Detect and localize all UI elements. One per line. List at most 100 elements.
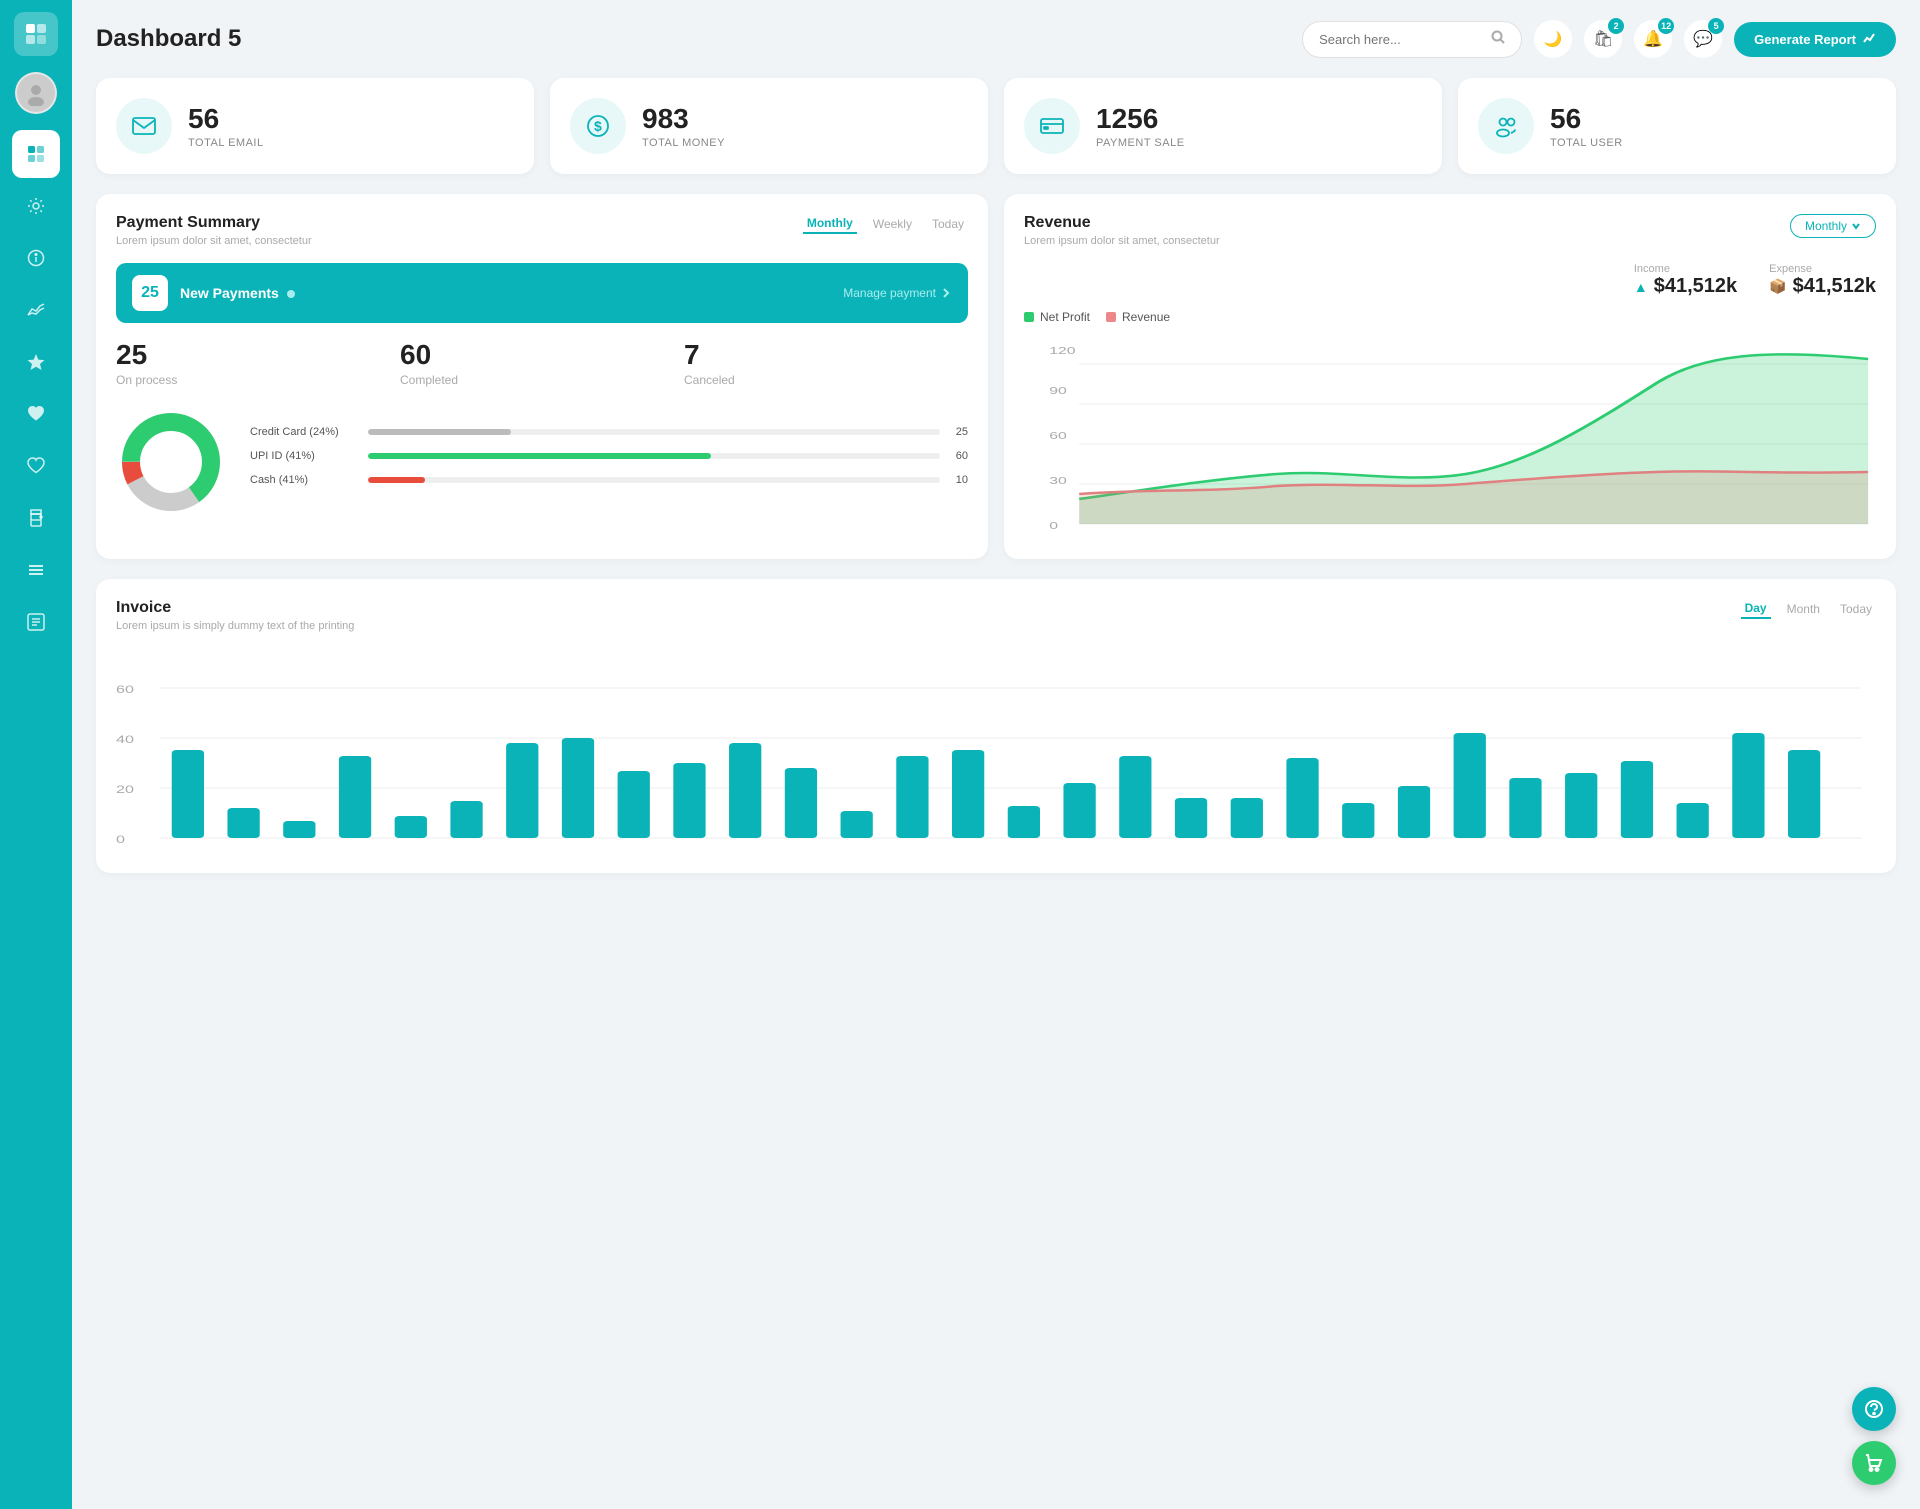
payment-subtitle: Lorem ipsum dolor sit amet, consectetur (116, 235, 312, 247)
progress-value-cc: 25 (948, 426, 968, 438)
revenue-kpis: Income ▲ $41,512k Expense 📦 $41,512k (1024, 263, 1876, 298)
sidebar-item-printer[interactable] (12, 494, 60, 542)
messages-badge: 5 (1708, 18, 1724, 34)
manage-payment-link[interactable]: Manage payment (843, 286, 952, 300)
stat-email-label: TOTAL EMAIL (188, 137, 264, 149)
invoice-title: Invoice (116, 599, 354, 617)
progress-label-cash: Cash (41%) (250, 474, 360, 486)
completed-label: Completed (400, 373, 684, 387)
payment-tab-today[interactable]: Today (928, 215, 968, 233)
avatar[interactable] (15, 72, 57, 114)
stat-email-info: 56 TOTAL EMAIL (188, 103, 264, 149)
donut-chart (116, 407, 226, 517)
sidebar-item-star[interactable] (12, 338, 60, 386)
sidebar-item-info[interactable] (12, 234, 60, 282)
svg-text:60: 60 (116, 683, 134, 695)
legend-revenue: Revenue (1106, 310, 1170, 324)
invoice-tab-month[interactable]: Month (1783, 600, 1824, 618)
legend-revenue-dot (1106, 312, 1116, 322)
stat-user-info: 56 TOTAL USER (1550, 103, 1623, 149)
svg-text:120: 120 (1049, 345, 1075, 356)
float-cart-button[interactable] (1852, 1441, 1896, 1485)
payment-title: Payment Summary (116, 214, 312, 232)
progress-track-upi (368, 453, 940, 459)
shopping-icon-btn[interactable]: 🛍 2 (1584, 20, 1622, 58)
sidebar-logo[interactable] (14, 12, 58, 56)
stat-payment-info: 1256 PAYMENT SALE (1096, 103, 1185, 149)
invoice-subtitle: Lorem ipsum is simply dummy text of the … (116, 620, 354, 632)
progress-value-cash: 10 (948, 474, 968, 486)
income-value: ▲ $41,512k (1634, 275, 1737, 298)
stat-money-info: 983 TOTAL MONEY (642, 103, 725, 149)
stat-card-email: 56 TOTAL EMAIL (96, 78, 534, 174)
search-box[interactable] (1302, 21, 1522, 58)
invoice-tabs: Day Month Today (1741, 599, 1876, 619)
messages-btn[interactable]: 💬 5 (1684, 20, 1722, 58)
svg-text:60: 60 (1049, 430, 1067, 441)
stats-grid: 56 TOTAL EMAIL $ 983 TOTAL MONEY 1256 PA… (96, 78, 1896, 174)
invoice-title-group: Invoice Lorem ipsum is simply dummy text… (116, 599, 354, 632)
revenue-title: Revenue (1024, 214, 1220, 232)
legend-netprofit: Net Profit (1024, 310, 1090, 324)
canceled-label: Canceled (684, 373, 968, 387)
on-process-number: 25 (116, 339, 400, 371)
notifications-badge: 12 (1658, 18, 1674, 34)
payment-icon (1024, 98, 1080, 154)
new-payments-left: 25 New Payments (132, 275, 295, 311)
revenue-tab-monthly[interactable]: Monthly (1790, 214, 1876, 238)
sidebar-item-heart2[interactable] (12, 442, 60, 490)
revenue-subtitle: Lorem ipsum dolor sit amet, consectetur (1024, 235, 1220, 247)
payment-tab-monthly[interactable]: Monthly (803, 214, 857, 234)
sidebar (0, 0, 72, 1509)
payment-stat-canceled: 7 Canceled (684, 339, 968, 387)
header-right: 🌙 🛍 2 🔔 12 💬 5 Generate Report (1302, 20, 1896, 58)
page-title: Dashboard 5 (96, 25, 241, 53)
expense-kpi: Expense 📦 $41,512k (1769, 263, 1876, 298)
sidebar-item-heart[interactable] (12, 390, 60, 438)
revenue-panel: Revenue Lorem ipsum dolor sit amet, cons… (1004, 194, 1896, 559)
payment-tabs: Monthly Weekly Today (803, 214, 968, 234)
new-payments-badge: 25 (132, 275, 168, 311)
income-arrow-icon: ▲ (1634, 279, 1648, 295)
sidebar-item-list[interactable] (12, 598, 60, 646)
email-icon (116, 98, 172, 154)
dark-mode-toggle[interactable]: 🌙 (1534, 20, 1572, 58)
payment-tab-weekly[interactable]: Weekly (869, 215, 916, 233)
revenue-chart: 0 30 60 90 120 Jan Feb Mar Apr Ma (1024, 334, 1876, 539)
on-process-label: On process (116, 373, 400, 387)
sidebar-item-menu[interactable] (12, 546, 60, 594)
stat-user-label: TOTAL USER (1550, 137, 1623, 149)
float-support-button[interactable] (1852, 1387, 1896, 1431)
new-payments-label: New Payments (180, 285, 295, 301)
payment-chart-area: Credit Card (24%) 25 UPI ID (41%) 60 (116, 407, 968, 517)
stat-money-label: TOTAL MONEY (642, 137, 725, 149)
payment-stat-completed: 60 Completed (400, 339, 684, 387)
sidebar-item-chart[interactable] (12, 286, 60, 334)
search-icon (1491, 30, 1505, 49)
invoice-tab-today[interactable]: Today (1836, 600, 1876, 618)
user-icon (1478, 98, 1534, 154)
notifications-btn[interactable]: 🔔 12 (1634, 20, 1672, 58)
svg-text:0: 0 (1049, 520, 1058, 531)
generate-report-button[interactable]: Generate Report (1734, 22, 1896, 57)
sidebar-item-dashboard[interactable] (12, 130, 60, 178)
invoice-tab-day[interactable]: Day (1741, 599, 1771, 619)
progress-track-cc (368, 429, 940, 435)
svg-text:$: $ (594, 118, 602, 134)
shopping-badge: 2 (1608, 18, 1624, 34)
progress-cash: Cash (41%) 10 (250, 474, 968, 486)
money-icon: $ (570, 98, 626, 154)
sidebar-item-settings[interactable] (12, 182, 60, 230)
new-payments-bar: 25 New Payments Manage payment (116, 263, 968, 323)
invoice-chart-svg: 0 20 40 60 (116, 648, 1876, 848)
stat-payment-number: 1256 (1096, 103, 1185, 135)
payment-stat-onprocess: 25 On process (116, 339, 400, 387)
invoice-chart: 0 20 40 60 (116, 648, 1876, 853)
income-kpi: Income ▲ $41,512k (1634, 263, 1737, 298)
svg-text:0: 0 (116, 833, 125, 845)
expense-label: Expense (1769, 263, 1876, 275)
progress-upi: UPI ID (41%) 60 (250, 450, 968, 462)
search-input[interactable] (1319, 32, 1483, 47)
legend-netprofit-dot (1024, 312, 1034, 322)
svg-text:30: 30 (1049, 475, 1067, 486)
